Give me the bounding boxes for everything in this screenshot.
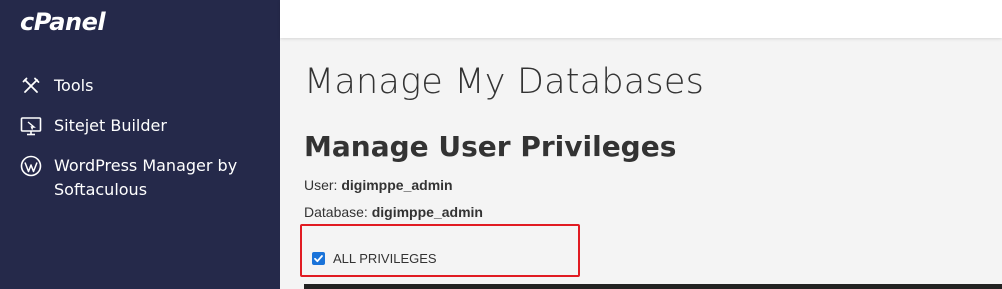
sidebar-item-label: Tools	[54, 76, 94, 95]
privileges-table-header-edge	[304, 284, 1002, 289]
sidebar-item-label: Sitejet Builder	[54, 116, 167, 135]
user-value: digimppe_admin	[341, 177, 453, 193]
user-label: User:	[304, 177, 342, 193]
all-privileges-label: ALL PRIVILEGES	[333, 251, 437, 266]
section-title: Manage User Privileges	[304, 130, 677, 163]
sidebar-item-label: WordPress Manager by Softaculous	[54, 156, 238, 199]
sidebar: cPanel Tools Sitejet Builder WordPress M…	[0, 0, 280, 289]
database-label: Database:	[304, 204, 372, 220]
sidebar-item-tools[interactable]: Tools	[20, 74, 93, 98]
all-privileges-option[interactable]: ALL PRIVILEGES	[312, 251, 437, 266]
main-content: Manage My Databases Manage User Privileg…	[280, 38, 1002, 289]
sidebar-item-sitejet-builder[interactable]: Sitejet Builder	[20, 114, 167, 138]
sidebar-item-wordpress-manager[interactable]: WordPress Manager by Softaculous	[20, 154, 260, 202]
sitejet-icon	[20, 115, 42, 137]
top-bar	[280, 0, 1002, 38]
database-info: Database: digimppe_admin	[304, 204, 483, 220]
wordpress-icon	[20, 155, 42, 177]
user-info: User: digimppe_admin	[304, 177, 453, 193]
tools-icon	[20, 75, 42, 97]
page-title: Manage My Databases	[304, 62, 705, 102]
all-privileges-checkbox[interactable]	[312, 252, 325, 265]
database-value: digimppe_admin	[371, 204, 483, 220]
cpanel-logo[interactable]: cPanel	[20, 8, 106, 36]
check-icon	[314, 255, 323, 263]
